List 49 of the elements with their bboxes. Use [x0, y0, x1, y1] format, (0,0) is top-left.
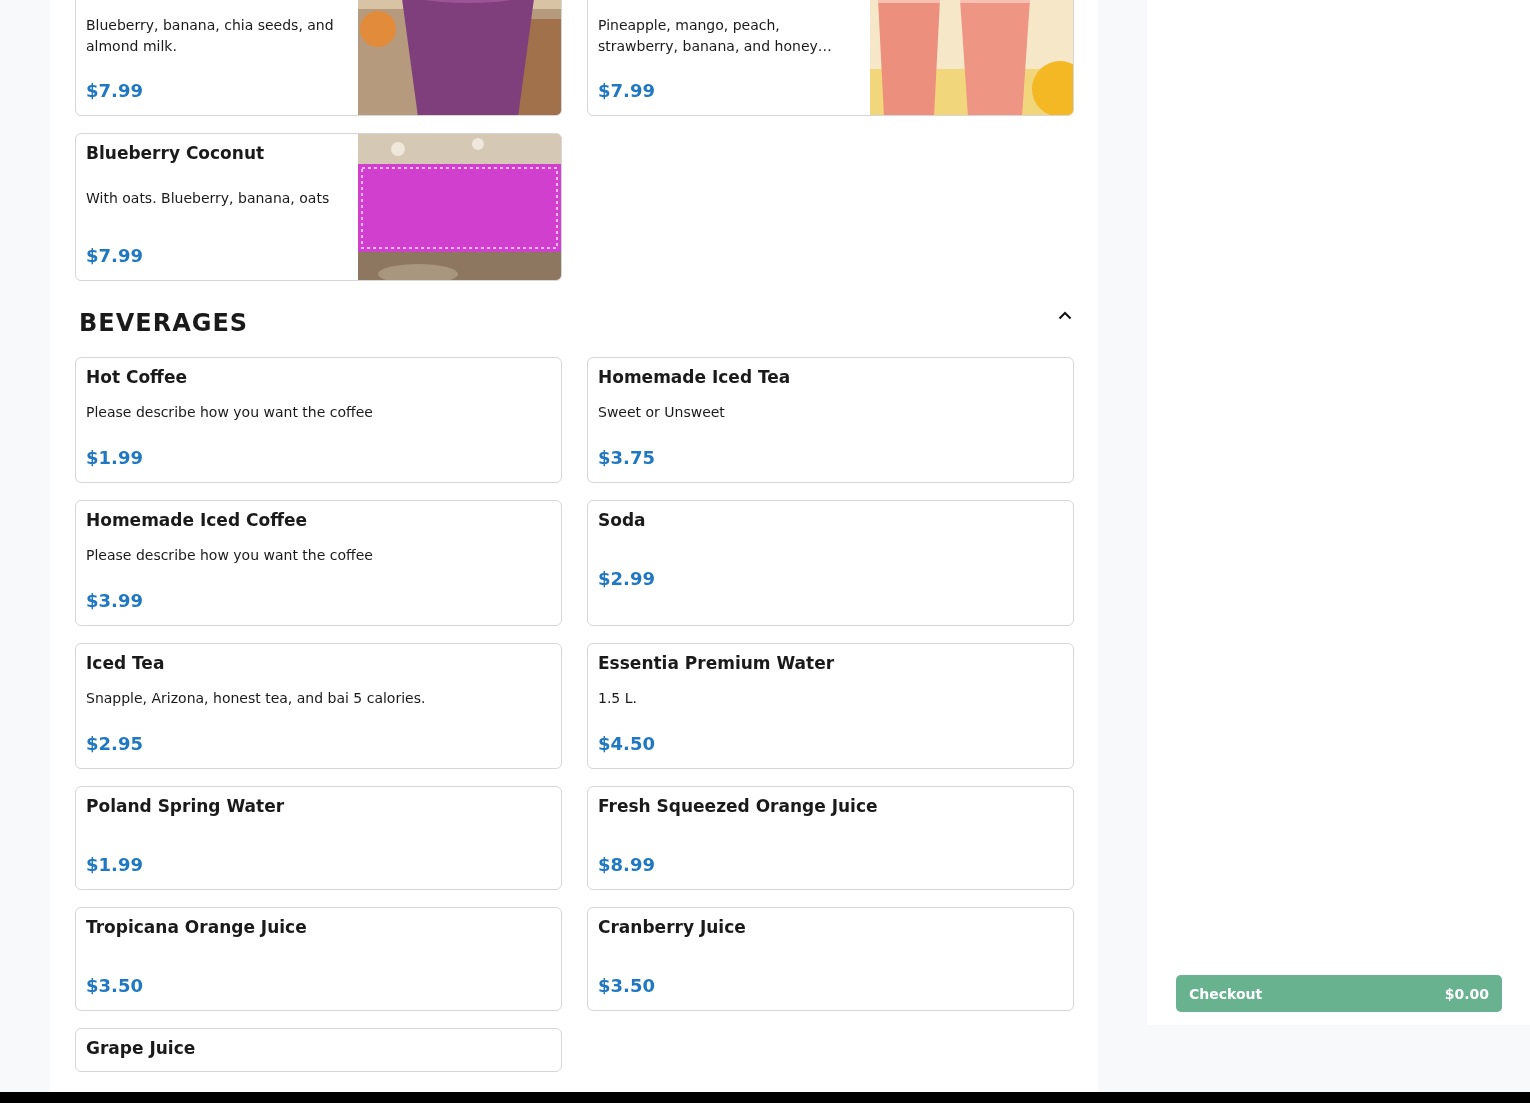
- menu-item-card[interactable]: Pineapple, mango, peach, strawberry, banana, and honey… $7.99: [587, 0, 1074, 116]
- item-price: $3.50: [598, 975, 656, 997]
- item-description: Snapple, Arizona, honest tea, and bai 5 calories.: [86, 689, 427, 708]
- menu-item-card[interactable]: Essentia Premium Water 1.5 L. $4.50: [587, 643, 1074, 769]
- item-name: Cranberry Juice: [598, 917, 747, 937]
- item-name: Grape Juice: [86, 1038, 197, 1058]
- item-price: $1.99: [86, 854, 144, 876]
- menu-item-card[interactable]: Cranberry Juice $3.50: [587, 907, 1074, 1011]
- menu-item-card[interactable]: Fresh Squeezed Orange Juice $8.99: [587, 786, 1074, 890]
- item-name: Tropicana Orange Juice: [86, 917, 308, 937]
- menu-item-card[interactable]: Blueberry Coconut With oats. Blueberry, banana, oats $7.99: [75, 133, 562, 281]
- item-price: $3.75: [598, 447, 656, 469]
- item-description: With oats. Blueberry, banana, oats: [86, 189, 331, 208]
- menu-item-card[interactable]: Tropicana Orange Juice $3.50: [75, 907, 562, 1011]
- item-name: Essentia Premium Water: [598, 653, 836, 673]
- menu-item-card[interactable]: Soda $2.99: [587, 500, 1074, 626]
- menu-item-card[interactable]: Blueberry, banana, chia seeds, and almond milk. $7.99: [75, 0, 562, 116]
- item-description: 1.5 L.: [598, 689, 638, 708]
- item-name: Homemade Iced Tea: [598, 367, 792, 387]
- item-price: $1.99: [86, 447, 144, 469]
- item-description: Sweet or Unsweet: [598, 403, 726, 422]
- menu-item-card[interactable]: Homemade Iced Tea Sweet or Unsweet $3.75: [587, 357, 1074, 483]
- item-price: $4.50: [598, 733, 656, 755]
- menu-item-card[interactable]: Grape Juice: [75, 1028, 562, 1072]
- item-name: Homemade Iced Coffee: [86, 510, 308, 530]
- menu-item-card[interactable]: Homemade Iced Coffee Please describe how you want the coffee $3.99: [75, 500, 562, 626]
- item-name: Fresh Squeezed Orange Juice: [598, 796, 879, 816]
- item-price: $2.99: [598, 568, 656, 590]
- item-name: Poland Spring Water: [86, 796, 286, 816]
- item-price: $8.99: [598, 854, 656, 876]
- menu-item-card[interactable]: Poland Spring Water $1.99: [75, 786, 562, 890]
- item-description: Please describe how you want the coffee: [86, 403, 374, 422]
- section-title: BEVERAGES: [79, 309, 249, 337]
- item-price: $7.99: [598, 80, 656, 102]
- item-name: Hot Coffee: [86, 367, 188, 387]
- item-price: $3.99: [86, 590, 144, 612]
- item-name: Blueberry Coconut: [86, 143, 266, 165]
- item-description: Please describe how you want the coffee: [86, 546, 374, 565]
- item-price: $7.99: [86, 80, 144, 102]
- menu-item-card[interactable]: Iced Tea Snapple, Arizona, honest tea, and bai 5 calories. $2.95: [75, 643, 562, 769]
- item-price: $3.50: [86, 975, 144, 997]
- item-description: Blueberry, banana, chia seeds, and almond milk.: [86, 16, 335, 56]
- item-name: Soda: [598, 510, 647, 530]
- item-price: $7.99: [86, 245, 144, 267]
- item-price: $2.95: [86, 733, 144, 755]
- chevron-up-icon[interactable]: [1058, 311, 1072, 320]
- menu-item-card[interactable]: Hot Coffee Please describe how you want the coffee $1.99: [75, 357, 562, 483]
- item-description: Pineapple, mango, peach, strawberry, banana, and honey…: [598, 16, 833, 56]
- item-name: Iced Tea: [86, 653, 166, 673]
